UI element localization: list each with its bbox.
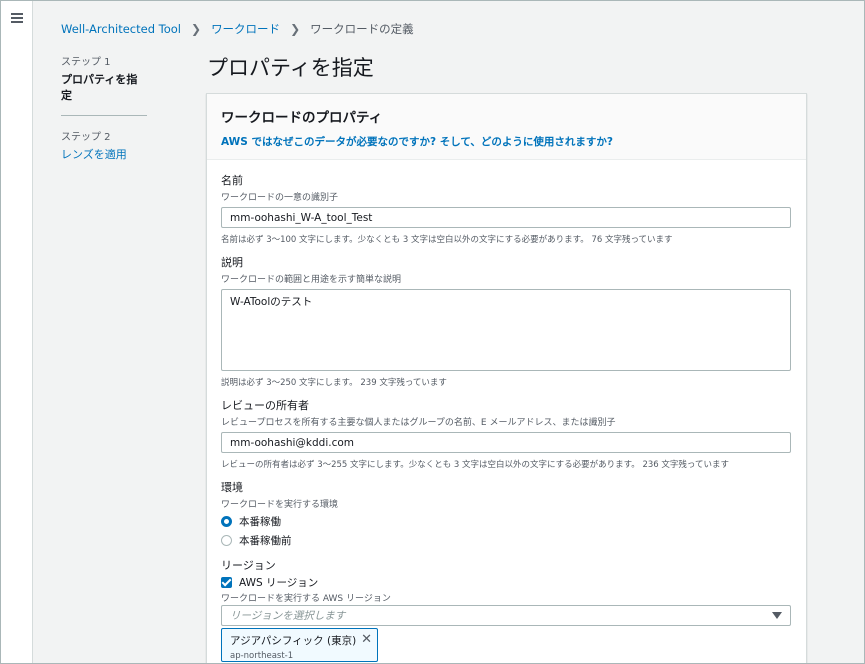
radio-selected-icon[interactable] xyxy=(221,516,232,527)
caret-down-icon xyxy=(772,612,782,619)
step-2-link[interactable]: レンズを適用 xyxy=(61,146,147,162)
breadcrumb-root-link[interactable]: Well-Architected Tool xyxy=(61,22,181,36)
environment-label: 環境 xyxy=(221,481,243,494)
name-description: ワークロードの一意の識別子 xyxy=(221,193,339,203)
region-description: ワークロードを実行する AWS リージョン xyxy=(221,594,391,604)
review-owner-field: レビューの所有者 レビュープロセスを所有する主要な個人またはグループの名前、E … xyxy=(221,397,791,470)
chevron-right-icon: ❯ xyxy=(290,22,301,36)
radio-unselected-icon[interactable] xyxy=(221,535,232,546)
name-input[interactable] xyxy=(221,207,791,228)
workload-properties-panel: ワークロードのプロパティ AWS ではなぜこのデータが必要なのですか? そして、… xyxy=(206,93,807,663)
region-field: リージョン AWS リージョン ワークロードを実行する AWS リージョン リー… xyxy=(221,557,791,626)
check-icon[interactable] xyxy=(221,577,232,588)
environment-option-production[interactable]: 本番稼働 xyxy=(221,512,791,531)
aws-region-checkbox-row[interactable]: AWS リージョン xyxy=(221,575,791,590)
environment-description: ワークロードを実行する環境 xyxy=(221,500,339,510)
review-owner-label: レビューの所有者 xyxy=(221,399,309,412)
review-owner-constraint: レビューの所有者は必ず 3～255 文字にします。少なくとも 3 文字は空白以外… xyxy=(221,460,729,470)
step-1-number: ステップ 1 xyxy=(61,57,111,68)
step-divider xyxy=(61,115,147,116)
name-constraint: 名前は必ず 3～100 文字にします。少なくとも 3 文字は空白以外の文字にする… xyxy=(221,235,673,245)
name-label: 名前 xyxy=(221,174,243,187)
description-constraint: 説明は必ず 3～250 文字にします。 239 文字残っています xyxy=(221,378,447,388)
breadcrumb-current: ワークロードの定義 xyxy=(310,22,414,36)
side-rail xyxy=(1,1,33,663)
review-owner-description: レビュープロセスを所有する主要な個人またはグループの名前、E メールアドレス、ま… xyxy=(221,418,616,428)
region-token-title: アジアパシフィック (東京) xyxy=(230,635,357,647)
close-icon[interactable]: ✕ xyxy=(361,633,372,646)
data-usage-info-link[interactable]: AWS ではなぜこのデータが必要なのですか? そして、どのように使用されますか? xyxy=(221,134,792,149)
description-field: 説明 ワークロードの範囲と用途を示す簡単な説明 W-AToolのテスト 説明は必… xyxy=(221,254,791,388)
hamburger-menu-icon[interactable] xyxy=(11,13,23,23)
breadcrumb-workloads-link[interactable]: ワークロード xyxy=(211,21,280,37)
page-title: プロパティを指定 xyxy=(207,56,374,80)
step-1-title: プロパティを指定 xyxy=(61,73,138,102)
region-select-placeholder: リージョンを選択します xyxy=(230,610,346,622)
description-textarea[interactable]: W-AToolのテスト xyxy=(221,289,791,371)
chevron-right-icon: ❯ xyxy=(191,22,202,36)
step-2-number: ステップ 2 xyxy=(61,132,111,143)
app-frame: Well-Architected Tool ❯ ワークロード ❯ ワークロードの… xyxy=(0,0,865,664)
description-description: ワークロードの範囲と用途を示す簡単な説明 xyxy=(221,275,402,285)
panel-header: ワークロードのプロパティ AWS ではなぜこのデータが必要なのですか? そして、… xyxy=(207,94,806,160)
panel-title: ワークロードのプロパティ xyxy=(221,110,383,126)
review-owner-input[interactable] xyxy=(221,432,791,453)
environment-option-preproduction[interactable]: 本番稼働前 xyxy=(221,531,791,550)
region-select[interactable]: リージョンを選択します xyxy=(221,605,791,626)
selected-region-token: アジアパシフィック (東京) ap-northeast-1 ✕ xyxy=(221,628,378,662)
description-label: 説明 xyxy=(221,256,243,269)
region-label: リージョン xyxy=(221,559,276,572)
environment-field: 環境 ワークロードを実行する環境 本番稼働 本番稼働前 xyxy=(221,479,791,550)
region-token-code: ap-northeast-1 xyxy=(230,651,294,661)
wizard-steps: ステップ 1 プロパティを指定 ステップ 2 レンズを適用 xyxy=(61,53,147,162)
breadcrumb: Well-Architected Tool ❯ ワークロード ❯ ワークロードの… xyxy=(61,21,414,37)
name-field: 名前 ワークロードの一意の識別子 名前は必ず 3～100 文字にします。少なくと… xyxy=(221,172,791,245)
